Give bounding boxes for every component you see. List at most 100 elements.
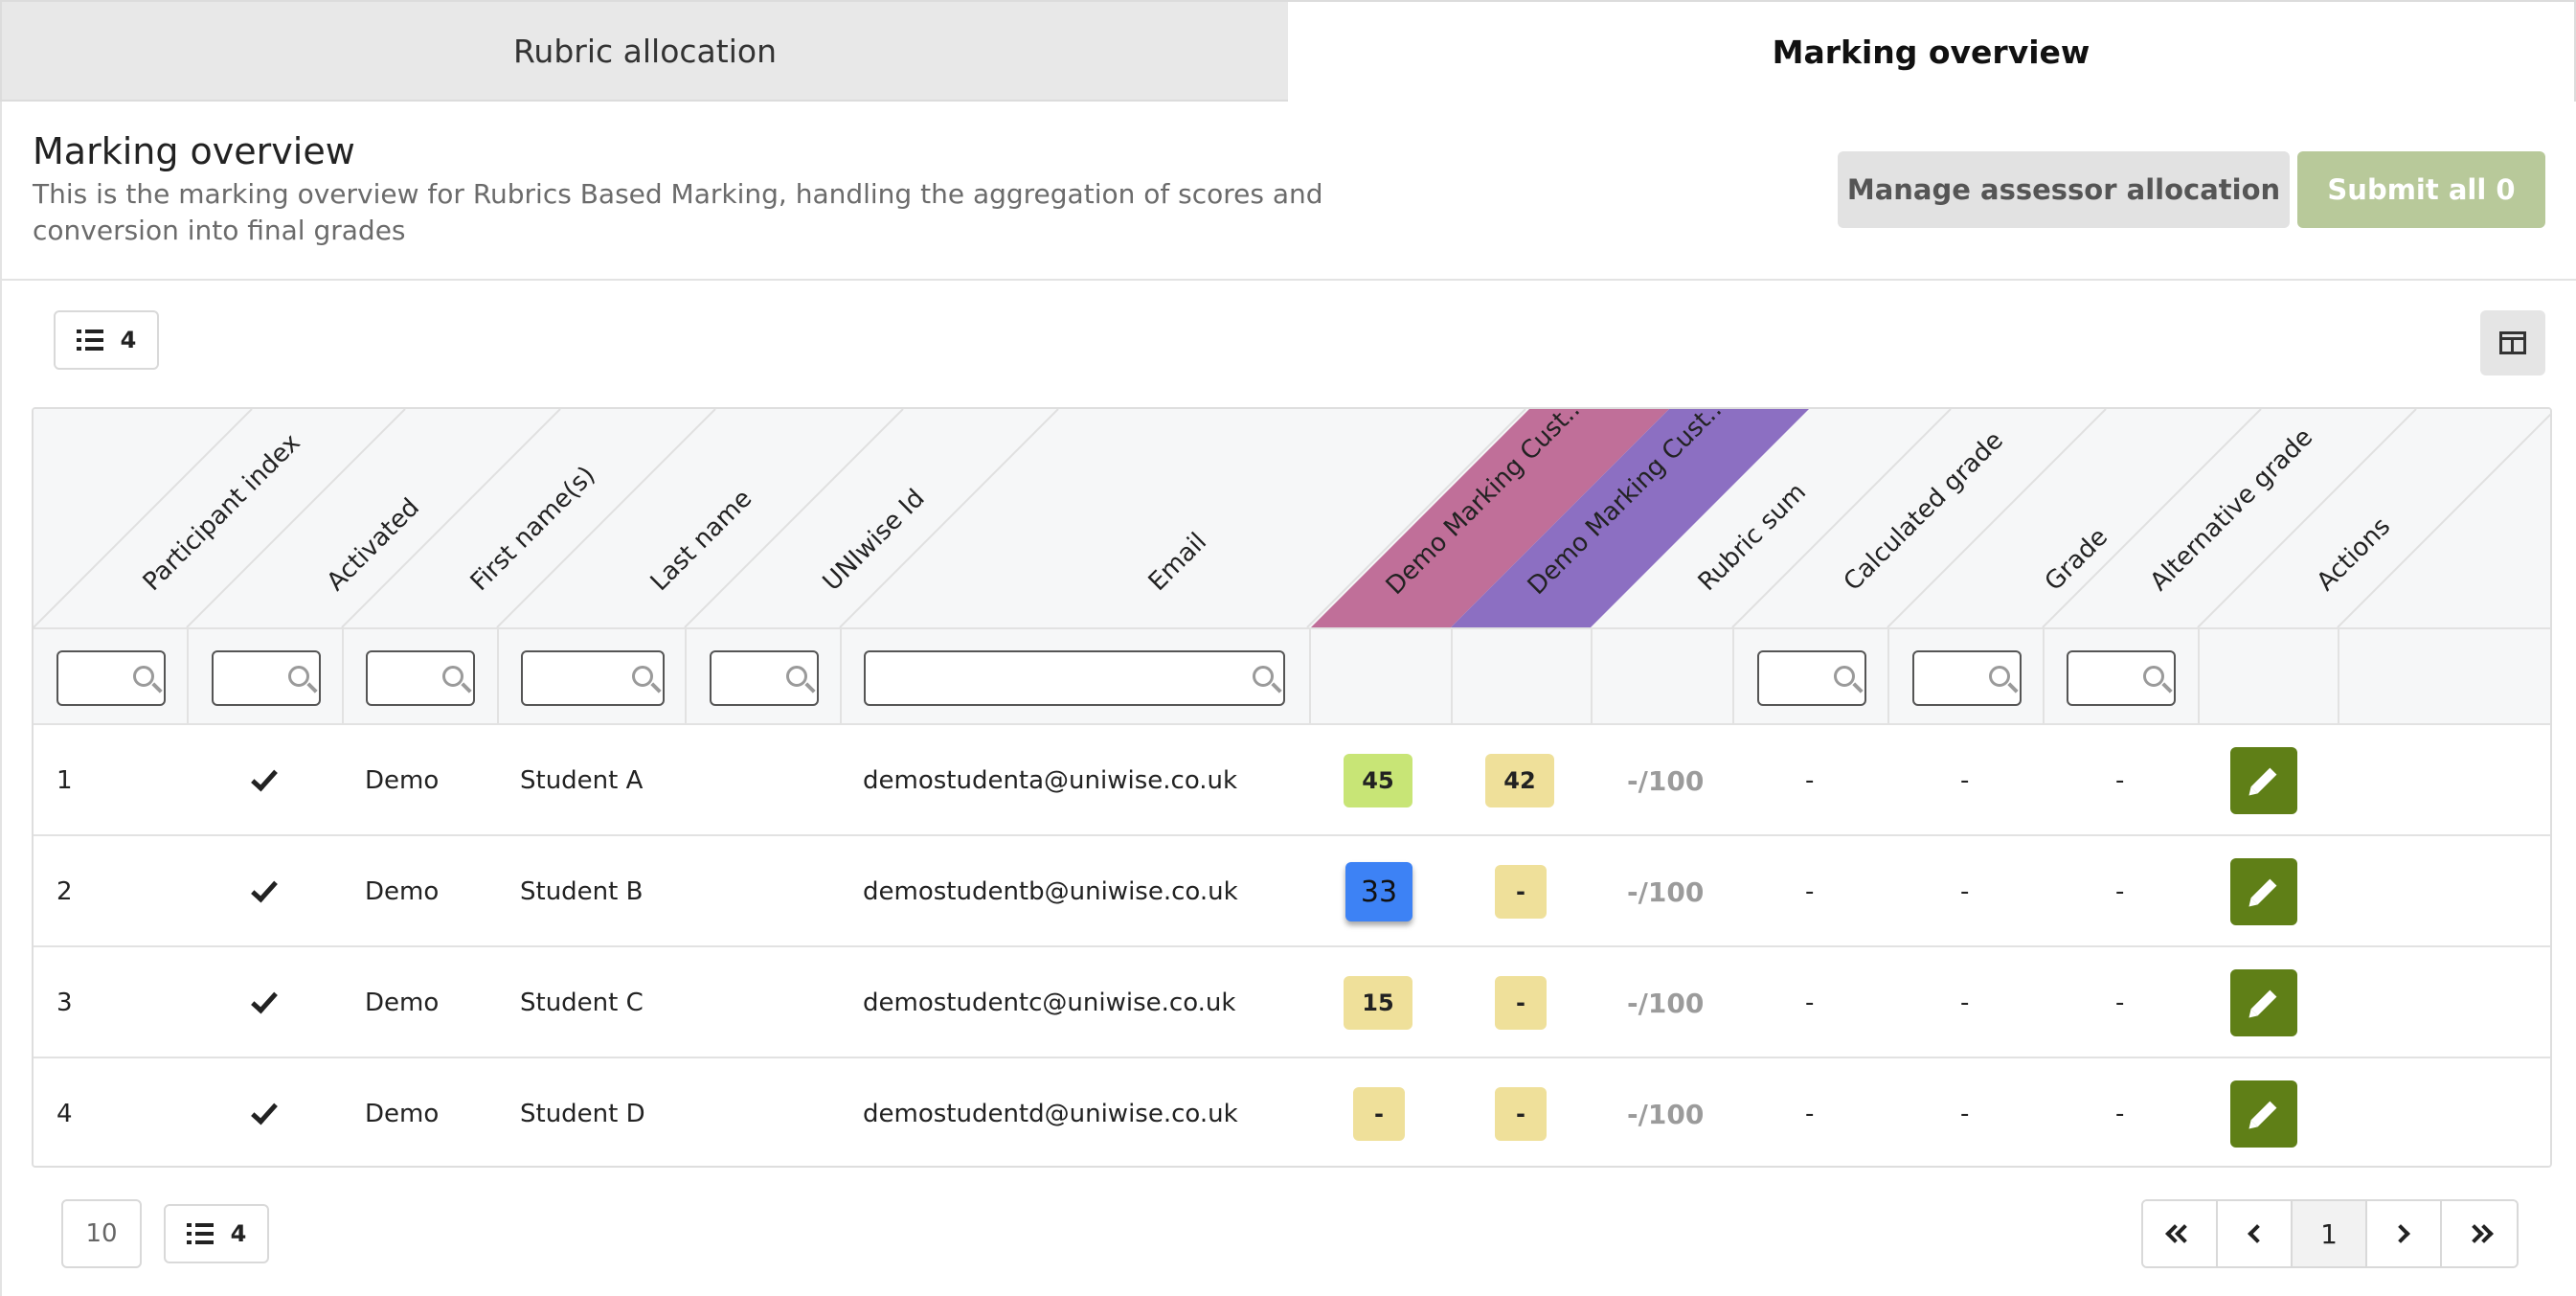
- mark-chip-1[interactable]: -: [1353, 1087, 1405, 1141]
- filter-email[interactable]: [864, 650, 1285, 706]
- cell-last-name: Student B: [520, 877, 644, 906]
- cell-calculated-grade: -: [1805, 989, 1815, 1017]
- edit-icon: [2250, 767, 2277, 794]
- mark-chip-2[interactable]: -: [1495, 865, 1547, 919]
- edit-button[interactable]: [2230, 747, 2297, 814]
- cell-index: 3: [56, 989, 73, 1017]
- mark-chip-2[interactable]: -: [1495, 976, 1547, 1030]
- cell-index: 1: [56, 766, 73, 795]
- filter-calculated-grade[interactable]: [1757, 650, 1866, 706]
- edit-button[interactable]: [2230, 1080, 2297, 1148]
- header-divider: [0, 279, 2576, 281]
- cell-alternative-grade: -: [2115, 989, 2125, 1017]
- cell-calculated-grade: -: [1805, 1100, 1815, 1128]
- cell-email: demostudenta@uniwise.co.uk: [863, 766, 1238, 795]
- cell-grade: -: [1960, 1100, 1970, 1128]
- row-count: 4: [230, 1220, 247, 1247]
- cell-email: demostudentd@uniwise.co.uk: [863, 1100, 1238, 1128]
- table-row: 3 Demo Student C demostudentc@uniwise.co…: [34, 947, 2550, 1058]
- row-count-button-bottom[interactable]: 4: [164, 1204, 269, 1263]
- edit-button[interactable]: [2230, 969, 2297, 1036]
- cell-grade: -: [1960, 989, 1970, 1017]
- mark-chip-1[interactable]: 45: [1344, 754, 1412, 807]
- cell-first-name: Demo: [365, 989, 440, 1017]
- cell-rubric-sum: -/100: [1627, 764, 1705, 797]
- cell-email: demostudentb@uniwise.co.uk: [863, 877, 1238, 906]
- filter-alternative-grade[interactable]: [2067, 650, 2176, 706]
- submit-all-button[interactable]: Submit all 0: [2297, 151, 2545, 228]
- search-icon: [133, 666, 154, 687]
- cell-index: 4: [56, 1100, 73, 1128]
- cell-index: 2: [56, 877, 73, 906]
- cell-rubric-sum: -/100: [1627, 1098, 1705, 1130]
- cell-first-name: Demo: [365, 766, 440, 795]
- search-icon: [288, 666, 309, 687]
- first-page-button[interactable]: [2143, 1201, 2218, 1266]
- prev-page-icon: [2248, 1224, 2267, 1243]
- table-row: 1 Demo Student A demostudenta@uniwise.co…: [34, 725, 2550, 836]
- filter-first-name[interactable]: [366, 650, 475, 706]
- next-page-icon: [2391, 1224, 2410, 1243]
- edit-icon: [2250, 989, 2277, 1016]
- check-icon: [251, 725, 278, 836]
- cell-calculated-grade: -: [1805, 766, 1815, 795]
- page-description: This is the marking overview for Rubrics…: [33, 178, 1323, 246]
- cell-alternative-grade: -: [2115, 877, 2125, 906]
- cell-first-name: Demo: [365, 877, 440, 906]
- cell-rubric-sum: -/100: [1627, 875, 1705, 908]
- filter-participant-index[interactable]: [56, 650, 166, 706]
- row-count-button-top[interactable]: 4: [54, 310, 159, 370]
- cell-alternative-grade: -: [2115, 766, 2125, 795]
- edit-icon: [2250, 878, 2277, 905]
- cell-grade: -: [1960, 877, 1970, 906]
- edit-icon: [2250, 1101, 2277, 1127]
- check-icon: [251, 947, 278, 1058]
- search-icon: [2143, 666, 2164, 687]
- filter-grade[interactable]: [1912, 650, 2022, 706]
- list-icon: [76, 330, 103, 351]
- search-icon: [442, 666, 463, 687]
- filter-row: [34, 627, 2550, 725]
- frame-border: [0, 102, 2, 1296]
- table-row: 4 Demo Student D demostudentd@uniwise.co…: [34, 1058, 2550, 1166]
- table-row: 2 Demo Student B demostudentb@uniwise.co…: [34, 836, 2550, 947]
- table-header: Participant index Activated First name(s…: [34, 409, 2550, 627]
- manage-assessor-allocation-button[interactable]: Manage assessor allocation: [1838, 151, 2290, 228]
- cell-last-name: Student D: [520, 1100, 645, 1128]
- cell-last-name: Student C: [520, 989, 644, 1017]
- filter-uniwise-id[interactable]: [710, 650, 819, 706]
- filter-last-name[interactable]: [521, 650, 665, 706]
- page-size-select[interactable]: 10: [61, 1199, 142, 1268]
- cell-last-name: Student A: [520, 766, 644, 795]
- cell-email: demostudentc@uniwise.co.uk: [863, 989, 1236, 1017]
- tab-marking-overview[interactable]: Marking overview: [1288, 2, 2574, 102]
- list-icon: [186, 1223, 214, 1244]
- pagination: 1: [2141, 1199, 2519, 1268]
- edit-button[interactable]: [2230, 858, 2297, 925]
- cell-rubric-sum: -/100: [1627, 987, 1705, 1019]
- mark-chip-1[interactable]: 33: [1345, 862, 1412, 921]
- search-icon: [1253, 666, 1274, 687]
- first-page-icon: [2165, 1224, 2194, 1243]
- mark-chip-2[interactable]: -: [1495, 1087, 1547, 1141]
- search-icon: [1989, 666, 2010, 687]
- cell-calculated-grade: -: [1805, 877, 1815, 906]
- tab-rubric-allocation[interactable]: Rubric allocation: [2, 2, 1288, 102]
- search-icon: [1834, 666, 1855, 687]
- search-icon: [632, 666, 653, 687]
- mark-chip-1[interactable]: 15: [1344, 976, 1412, 1030]
- last-page-icon: [2465, 1224, 2494, 1243]
- cell-first-name: Demo: [365, 1100, 440, 1128]
- mark-chip-2[interactable]: 42: [1485, 754, 1554, 807]
- filter-activated[interactable]: [212, 650, 321, 706]
- page-number-button[interactable]: 1: [2293, 1201, 2367, 1266]
- row-count: 4: [120, 327, 137, 353]
- search-icon: [786, 666, 807, 687]
- column-settings-button[interactable]: [2480, 310, 2545, 375]
- page-title: Marking overview: [33, 130, 355, 172]
- prev-page-button[interactable]: [2218, 1201, 2293, 1266]
- last-page-button[interactable]: [2442, 1201, 2517, 1266]
- cell-grade: -: [1960, 766, 1970, 795]
- next-page-button[interactable]: [2367, 1201, 2442, 1266]
- columns-icon: [2499, 331, 2526, 354]
